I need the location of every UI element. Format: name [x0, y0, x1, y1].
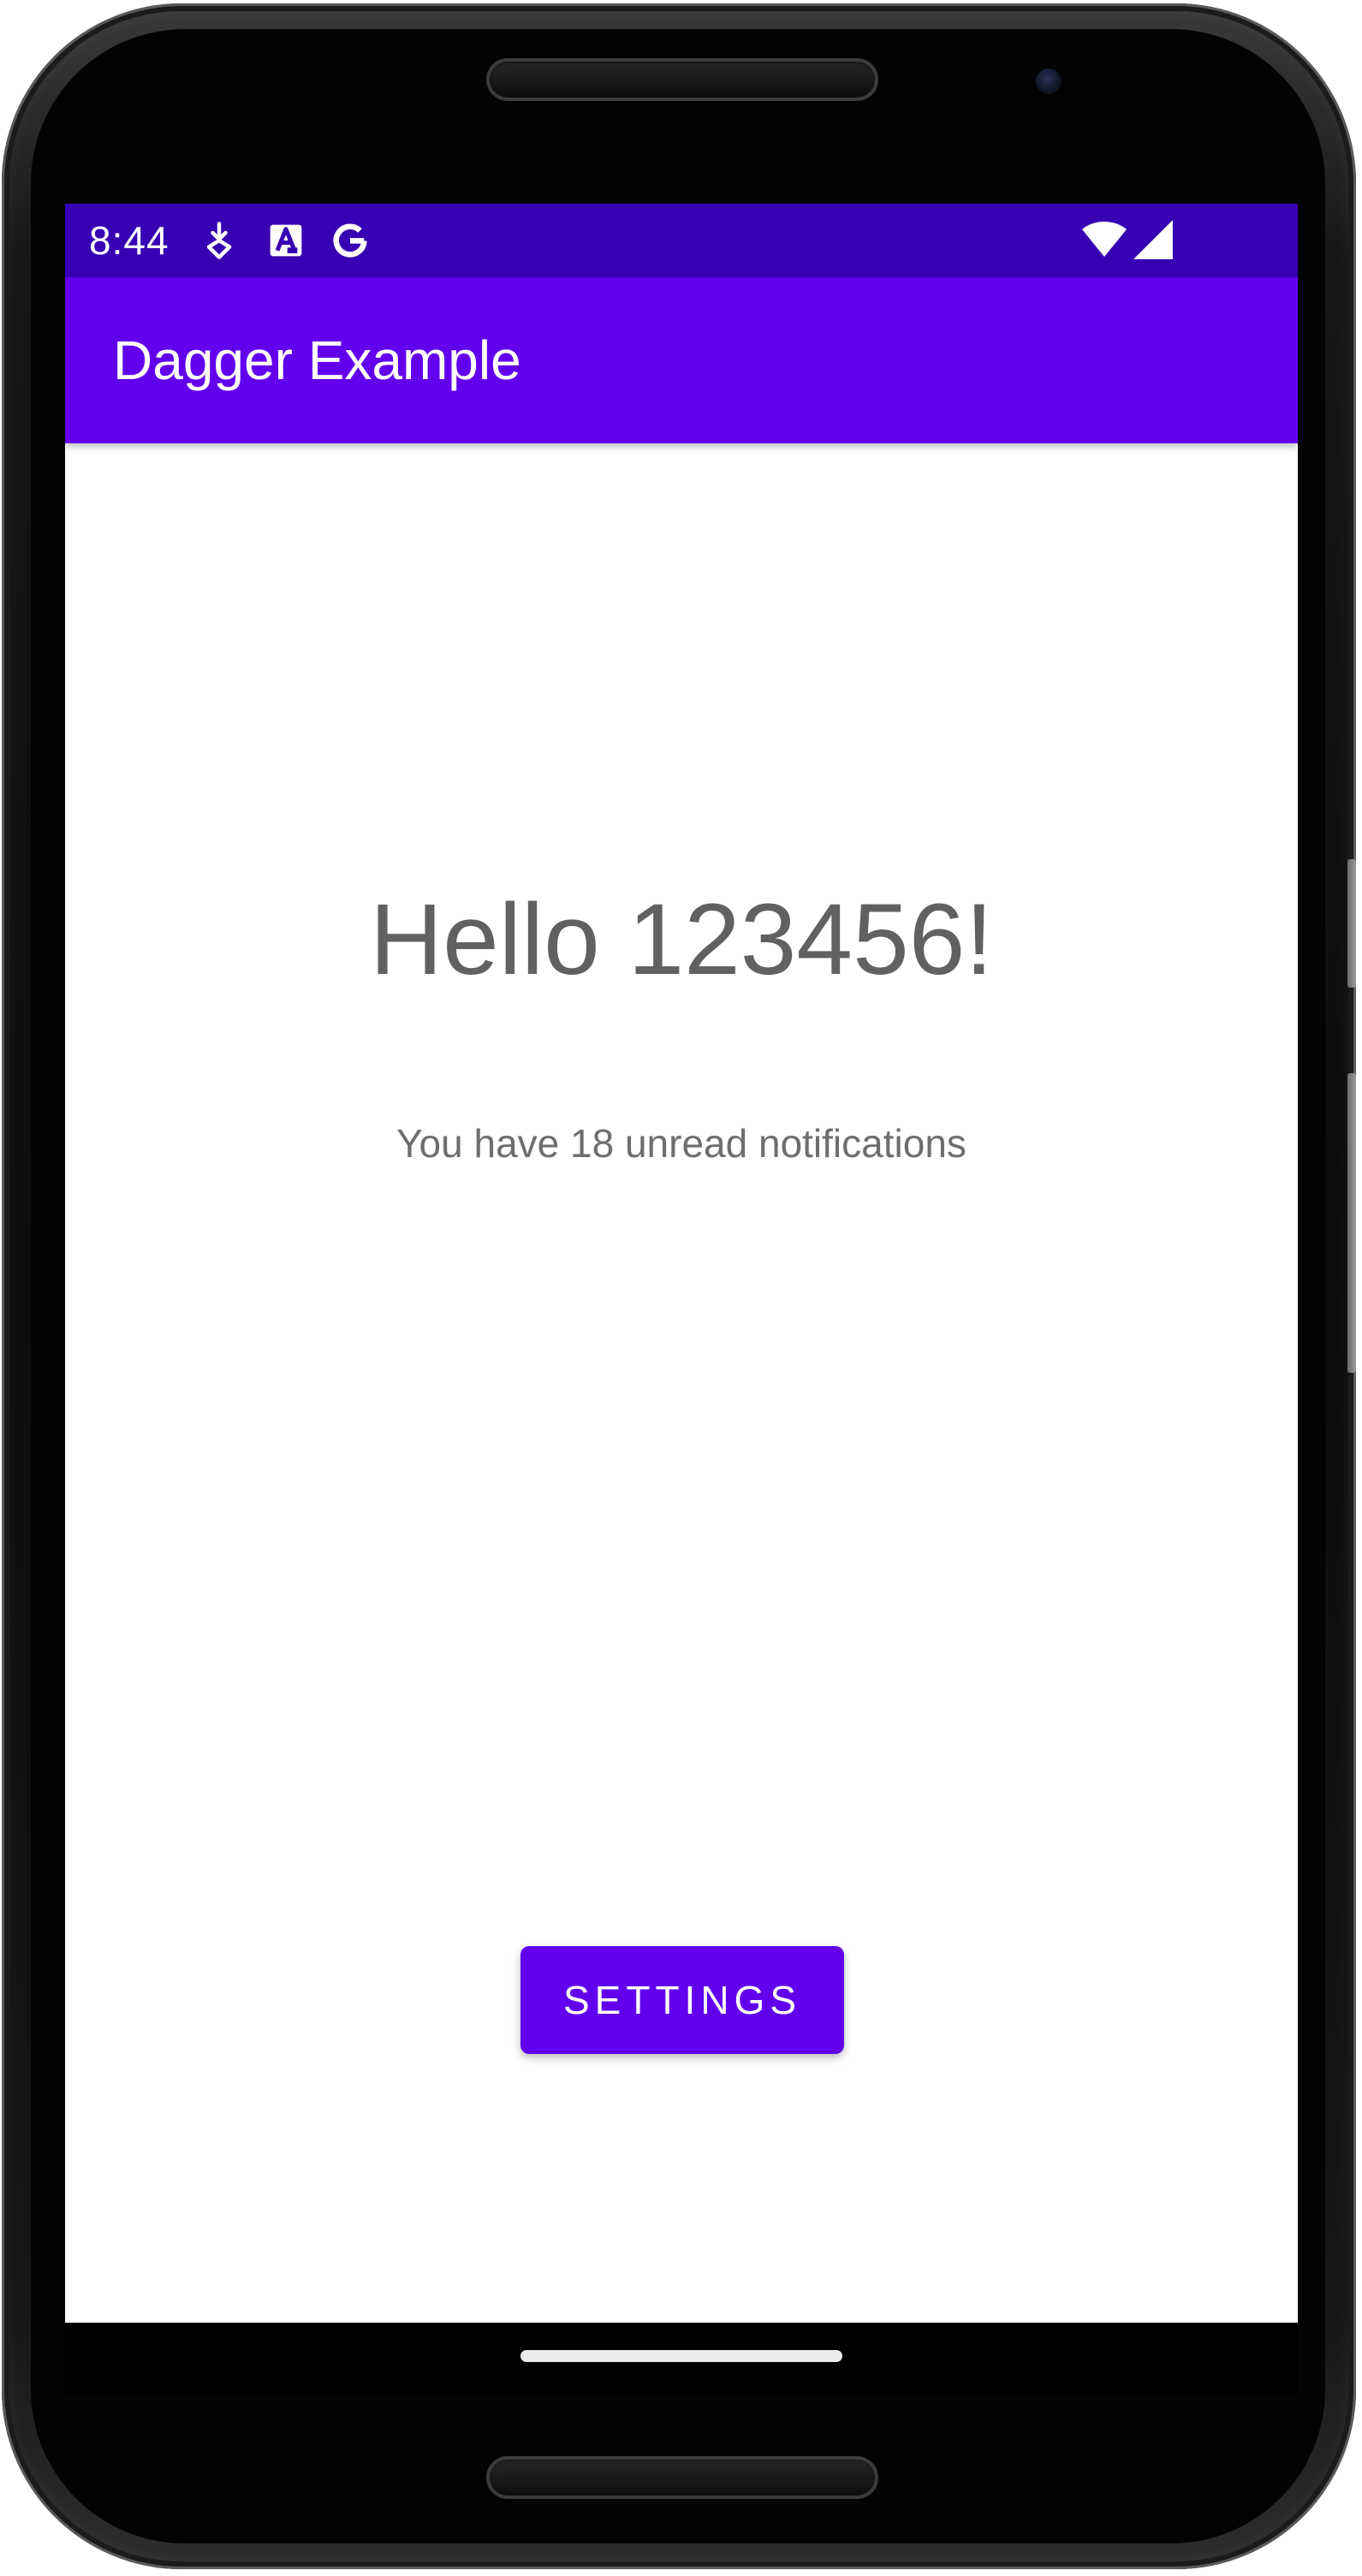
device-mockup: 8:44 Dagger Example Hello 123456! You ha… — [0, 0, 1362, 2576]
top-speaker-grille — [486, 58, 878, 101]
greeting-heading: Hello 123456! — [369, 883, 994, 996]
cellular-signal-icon — [1133, 220, 1173, 259]
gesture-navigation-bar — [65, 2323, 1298, 2395]
bottom-speaker-grille — [486, 2456, 878, 2499]
status-time: 8:44 — [89, 218, 170, 263]
wifi-icon — [1082, 222, 1127, 257]
unread-notifications-text: You have 18 unread notifications — [396, 1121, 966, 1166]
power-button — [1347, 859, 1356, 988]
status-bar: 8:44 — [65, 204, 1298, 277]
app-screen: 8:44 Dagger Example Hello 123456! You ha… — [65, 204, 1298, 2323]
front-camera — [1036, 68, 1062, 94]
app-toolbar: Dagger Example — [65, 277, 1298, 443]
app-title: Dagger Example — [113, 329, 521, 391]
home-gesture-handle[interactable] — [520, 2350, 842, 2362]
accessibility-a-icon — [270, 224, 302, 257]
download-notification-icon — [206, 222, 232, 259]
volume-button — [1347, 1073, 1356, 1373]
google-g-icon — [333, 223, 367, 258]
settings-button[interactable]: SETTINGS — [520, 1946, 844, 2054]
